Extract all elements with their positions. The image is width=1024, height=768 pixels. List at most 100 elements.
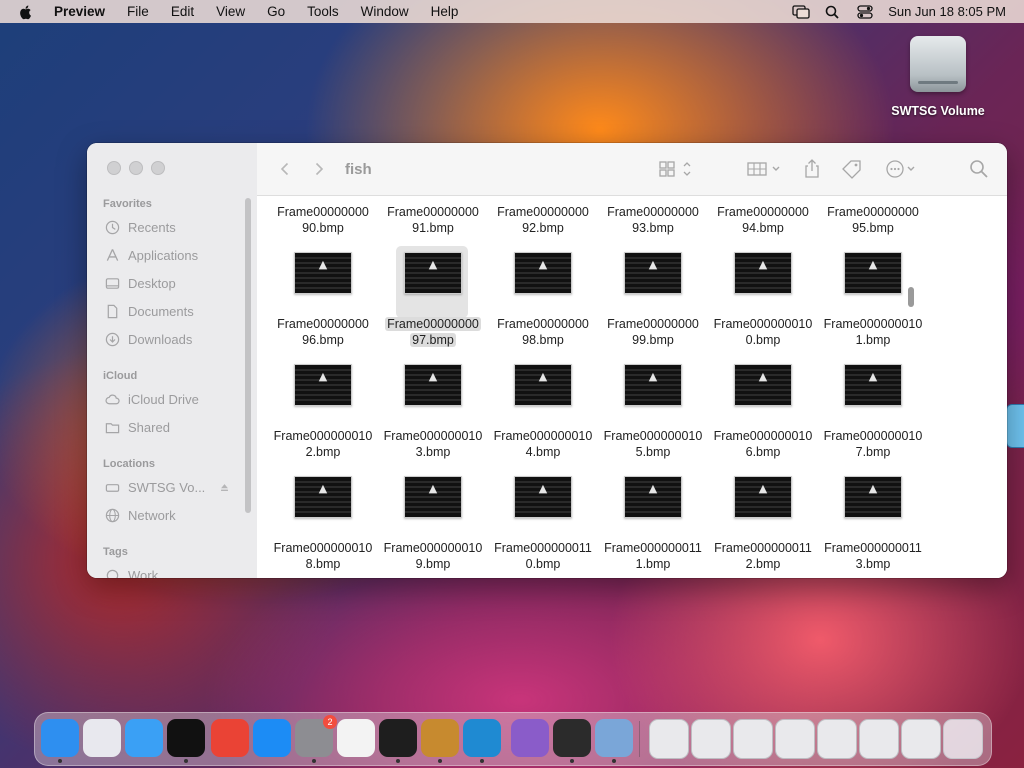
group-by-button[interactable] (747, 159, 783, 179)
file-item[interactable]: Frame00000000 95.bmp (818, 196, 928, 252)
file-item[interactable]: Frame00000000 93.bmp (598, 196, 708, 252)
recent-doc-3-icon[interactable] (733, 719, 773, 759)
drive-icon (105, 483, 120, 492)
file-item[interactable]: ▲ Frame00000000 99.bmp (598, 252, 708, 364)
launchpad-icon[interactable] (83, 719, 121, 757)
file-item[interactable]: ▲ Frame000000010 0.bmp (708, 252, 818, 364)
preview-window-icon[interactable] (167, 719, 205, 757)
sidebar-item-tag-work[interactable]: Work (105, 565, 158, 578)
desktop-icon (105, 277, 120, 289)
thumbnail-logo-icon: ▲ (868, 482, 878, 495)
trash-icon[interactable] (943, 719, 983, 759)
offscreen-window-edge[interactable] (1006, 404, 1024, 448)
file-item[interactable]: Frame00000000 94.bmp (708, 196, 818, 252)
close-button[interactable] (107, 161, 121, 175)
file-item[interactable]: Frame00000000 92.bmp (488, 196, 598, 252)
recent-doc-5-icon[interactable] (817, 719, 857, 759)
terminal-icon[interactable] (379, 719, 417, 757)
sidebar-item-desktop[interactable]: Desktop (105, 273, 176, 293)
recent-doc-1-icon[interactable] (649, 719, 689, 759)
file-name-line1: Frame000000011 (604, 541, 702, 555)
file-item[interactable]: ▲ Frame000000011 1.bmp (598, 476, 708, 578)
menu-view[interactable]: View (205, 4, 256, 19)
view-mode-control[interactable] (659, 159, 693, 179)
file-name: Frame00000000 96.bmp (268, 316, 378, 348)
file-thumbnail: ▲ (844, 476, 902, 518)
content-scrollbar-thumb[interactable] (908, 287, 914, 307)
app-store-icon[interactable] (253, 719, 291, 757)
sidebar-header-locations: Locations (103, 458, 155, 470)
xcode-scribble-icon[interactable] (553, 719, 591, 757)
forward-chevron-icon[interactable] (311, 161, 327, 177)
desktop-volume[interactable]: SWTSG Volume (888, 36, 988, 118)
file-item[interactable]: ▲ Frame000000010 6.bmp (708, 364, 818, 476)
menu-app-name[interactable]: Preview (46, 4, 116, 19)
file-item[interactable]: ▲ Frame00000000 96.bmp (268, 252, 378, 364)
sidebar-item-icloud-drive[interactable]: iCloud Drive (105, 389, 199, 409)
file-name-line2: 96.bmp (302, 333, 344, 347)
textedit-icon[interactable] (337, 719, 375, 757)
instruments-icon[interactable] (421, 719, 459, 757)
file-name: Frame00000000 97.bmp (378, 316, 488, 348)
file-name-line2: 1.bmp (635, 557, 671, 571)
sidebar-item-label: Shared (128, 419, 170, 435)
recent-doc-2-icon[interactable] (691, 719, 731, 759)
apple-menu-icon[interactable] (18, 4, 34, 20)
recent-doc-4-icon[interactable] (775, 719, 815, 759)
menu-help[interactable]: Help (420, 4, 470, 19)
file-item[interactable]: ▲ Frame000000010 7.bmp (818, 364, 928, 476)
sidebar-item-downloads[interactable]: Downloads (105, 329, 192, 349)
menu-edit[interactable]: Edit (160, 4, 205, 19)
safari-icon[interactable] (125, 719, 163, 757)
vscode-icon[interactable] (463, 719, 501, 757)
sidebar-item-shared[interactable]: Shared (105, 417, 170, 437)
file-item[interactable]: ▲ Frame000000010 8.bmp (268, 476, 378, 578)
sidebar-scrollbar[interactable] (245, 198, 251, 513)
sidebar-item-recents[interactable]: Recents (105, 217, 176, 237)
sidebar-item-network[interactable]: Network (105, 505, 176, 525)
screen-mirroring-icon[interactable] (792, 4, 810, 19)
back-chevron-icon[interactable] (277, 161, 293, 177)
file-item[interactable]: ▲ Frame000000010 4.bmp (488, 364, 598, 476)
sidebar-item-swtsg-volume[interactable]: SWTSG Vo... (105, 477, 230, 497)
file-item[interactable]: ▲ Frame000000010 3.bmp (378, 364, 488, 476)
file-grid: Frame00000000 90.bmp Frame00000000 91.bmp Fr… (257, 196, 1007, 578)
tags-button[interactable] (841, 159, 863, 179)
file-item[interactable]: ▲ Frame000000011 2.bmp (708, 476, 818, 578)
file-item[interactable]: ▲ Frame000000010 1.bmp (818, 252, 928, 364)
menu-window[interactable]: Window (350, 4, 420, 19)
file-thumbnail: ▲ (624, 364, 682, 406)
file-item[interactable]: ▲ Frame00000000 97.bmp (378, 246, 488, 364)
visual-studio-icon[interactable] (511, 719, 549, 757)
recent-doc-6-icon[interactable] (859, 719, 899, 759)
file-item[interactable]: ▲ Frame000000010 5.bmp (598, 364, 708, 476)
preview-icon[interactable] (595, 719, 633, 757)
minimize-button[interactable] (129, 161, 143, 175)
zoom-button[interactable] (151, 161, 165, 175)
file-item[interactable]: Frame00000000 91.bmp (378, 196, 488, 252)
finder-icon[interactable] (41, 719, 79, 757)
more-actions-button[interactable] (885, 159, 919, 179)
recent-doc-7-icon[interactable] (901, 719, 941, 759)
file-item[interactable]: ▲ Frame000000010 2.bmp (268, 364, 378, 476)
menu-bar-clock[interactable]: Sun Jun 18 8:05 PM (888, 4, 1006, 19)
eject-icon[interactable] (219, 482, 230, 493)
sidebar-item-applications[interactable]: Applications (105, 245, 198, 265)
file-item[interactable]: ▲ Frame000000011 0.bmp (488, 476, 598, 578)
sidebar-item-documents[interactable]: Documents (105, 301, 194, 321)
file-item[interactable]: ▲ Frame000000011 3.bmp (818, 476, 928, 578)
file-item[interactable]: ▲ Frame000000010 9.bmp (378, 476, 488, 578)
file-item[interactable]: ▲ Frame00000000 98.bmp (488, 252, 598, 364)
search-button[interactable] (969, 159, 989, 179)
file-item[interactable]: Frame00000000 90.bmp (268, 196, 378, 252)
file-thumbnail: ▲ (404, 364, 462, 406)
system-settings-icon[interactable]: 2 (295, 715, 337, 757)
menu-tools[interactable]: Tools (296, 4, 350, 19)
file-thumbnail: ▲ (624, 252, 682, 294)
control-center-icon[interactable] (856, 4, 874, 19)
spotlight-search-icon[interactable] (824, 5, 842, 19)
share-button[interactable] (803, 159, 821, 179)
menu-file[interactable]: File (116, 4, 160, 19)
chrome-icon[interactable] (211, 719, 249, 757)
menu-go[interactable]: Go (256, 4, 296, 19)
